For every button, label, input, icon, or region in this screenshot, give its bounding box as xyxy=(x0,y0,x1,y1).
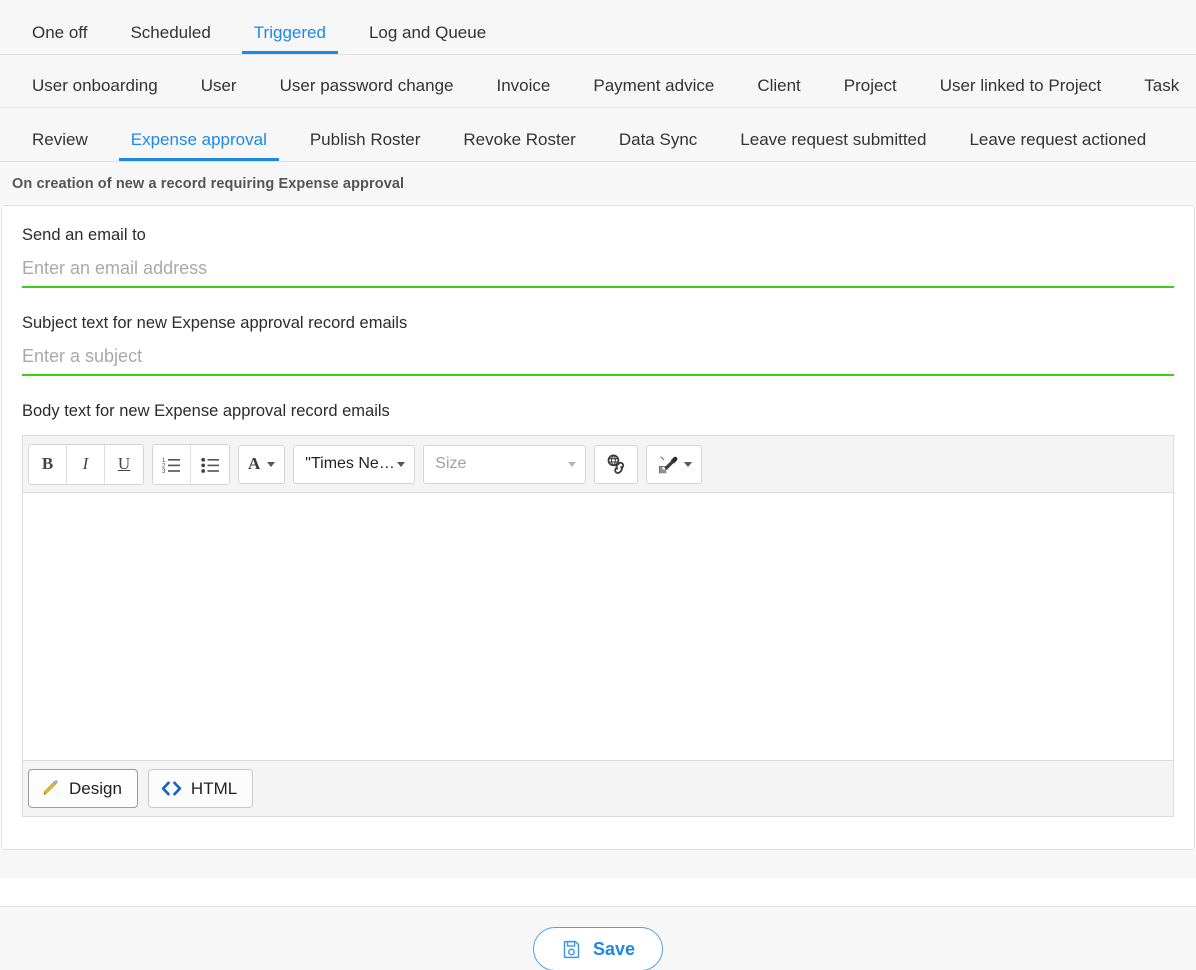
subject-field-label: Subject text for new Expense approval re… xyxy=(22,314,1174,334)
body-field-group: Body text for new Expense approval recor… xyxy=(22,402,1174,818)
entity-tab-payment-advice[interactable]: Payment advice xyxy=(593,77,714,107)
event-tab-data-sync[interactable]: Data Sync xyxy=(619,131,697,161)
chevron-down-icon xyxy=(568,462,576,467)
font-family-value: "Times Ne… xyxy=(305,455,397,473)
html-mode-label: HTML xyxy=(191,779,237,799)
subject-input[interactable] xyxy=(22,344,1174,376)
save-icon xyxy=(561,939,582,960)
save-button-label: Save xyxy=(593,939,635,960)
html-mode-button[interactable]: HTML xyxy=(148,769,253,808)
entity-tab-bar: User onboarding User User password chang… xyxy=(0,55,1196,108)
event-tab-review[interactable]: Review xyxy=(32,131,88,161)
entity-tab-user[interactable]: User xyxy=(201,77,237,107)
format-painter-icon xyxy=(657,453,679,475)
subject-field-group: Subject text for new Expense approval re… xyxy=(22,314,1174,376)
font-size-value: Size xyxy=(435,455,568,473)
trigger-config-card: Send an email to Subject text for new Ex… xyxy=(1,205,1195,850)
event-tab-bar: Review Expense approval Publish Roster R… xyxy=(0,108,1196,162)
body-field-label: Body text for new Expense approval recor… xyxy=(22,402,1174,422)
rich-text-editor: B I U 1 2 3 xyxy=(22,435,1174,817)
save-button[interactable]: Save xyxy=(533,927,663,970)
ordered-list-icon: 1 2 3 xyxy=(162,456,181,473)
triggered-emails-page: One off Scheduled Triggered Log and Queu… xyxy=(0,0,1196,970)
chevron-down-icon xyxy=(267,462,275,467)
pencil-icon xyxy=(41,779,60,798)
footer-spacer xyxy=(0,850,1196,878)
format-painter-button[interactable] xyxy=(646,445,702,484)
unordered-list-icon xyxy=(201,456,220,473)
entity-tab-user-linked-to-project[interactable]: User linked to Project xyxy=(940,77,1102,107)
primary-tab-bar: One off Scheduled Triggered Log and Queu… xyxy=(0,0,1196,55)
editor-body-canvas[interactable] xyxy=(23,493,1173,760)
svg-text:3: 3 xyxy=(162,469,166,473)
tab-log-and-queue[interactable]: Log and Queue xyxy=(369,24,486,54)
editor-mode-bar: Design HTML xyxy=(23,760,1173,816)
event-tab-leave-request-actioned[interactable]: Leave request actioned xyxy=(969,131,1146,161)
entity-tab-project[interactable]: Project xyxy=(844,77,897,107)
entity-tab-invoice[interactable]: Invoice xyxy=(496,77,550,107)
event-tab-leave-request-submitted[interactable]: Leave request submitted xyxy=(740,131,926,161)
underline-button[interactable]: U xyxy=(105,445,143,484)
email-field-group: Send an email to xyxy=(22,226,1174,288)
font-family-select[interactable]: "Times Ne… xyxy=(293,445,415,484)
code-brackets-icon xyxy=(161,779,182,798)
tab-one-off[interactable]: One off xyxy=(32,24,87,54)
design-mode-label: Design xyxy=(69,779,122,799)
list-button-group: 1 2 3 xyxy=(152,444,230,485)
font-color-button[interactable]: A xyxy=(238,445,285,484)
ordered-list-button[interactable]: 1 2 3 xyxy=(153,445,191,484)
insert-link-button[interactable] xyxy=(594,445,638,484)
entity-tab-user-password-change[interactable]: User password change xyxy=(280,77,454,107)
editor-toolbar: B I U 1 2 3 xyxy=(23,436,1173,493)
entity-tab-user-onboarding[interactable]: User onboarding xyxy=(32,77,158,107)
tab-scheduled[interactable]: Scheduled xyxy=(130,24,210,54)
bold-button[interactable]: B xyxy=(29,445,67,484)
tab-triggered[interactable]: Triggered xyxy=(254,24,326,54)
page-footer: Save xyxy=(0,906,1196,970)
unordered-list-button[interactable] xyxy=(191,445,229,484)
entity-tab-client[interactable]: Client xyxy=(757,77,800,107)
hyperlink-icon xyxy=(605,453,627,475)
font-size-select[interactable]: Size xyxy=(423,445,586,484)
event-tab-revoke-roster[interactable]: Revoke Roster xyxy=(463,131,575,161)
event-tab-publish-roster[interactable]: Publish Roster xyxy=(310,131,421,161)
email-input[interactable] xyxy=(22,256,1174,288)
italic-button[interactable]: I xyxy=(67,445,105,484)
section-header: On creation of new a record requiring Ex… xyxy=(0,162,1196,205)
font-color-glyph: A xyxy=(248,454,260,474)
chevron-down-icon xyxy=(684,462,692,467)
chevron-down-icon xyxy=(397,462,405,467)
email-field-label: Send an email to xyxy=(22,226,1174,246)
design-mode-button[interactable]: Design xyxy=(28,769,138,808)
entity-tab-task[interactable]: Task xyxy=(1144,77,1179,107)
event-tab-expense-approval[interactable]: Expense approval xyxy=(131,131,267,161)
text-style-button-group: B I U xyxy=(28,444,144,485)
